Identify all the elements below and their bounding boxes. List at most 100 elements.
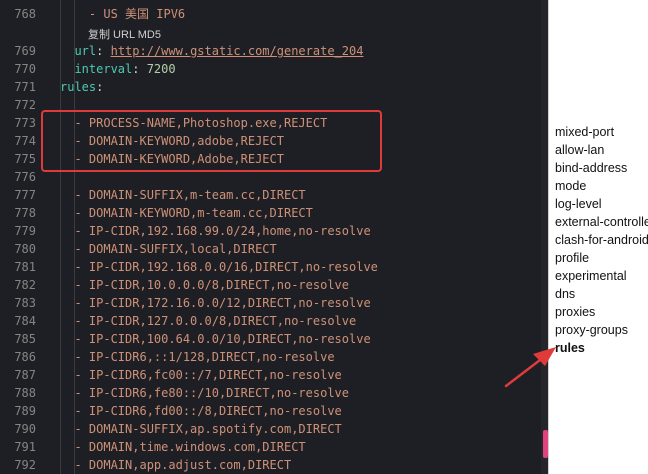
line-number: 776	[14, 170, 36, 184]
line-code[interactable]: - IP-CIDR,172.16.0.0/12,DIRECT,no-resolv…	[60, 294, 371, 312]
line-number: 790	[14, 422, 36, 436]
line-number: 782	[14, 278, 36, 292]
code-line: 778 - DOMAIN-KEYWORD,m-team.cc,DIRECT	[0, 204, 548, 222]
code-token: :	[96, 44, 111, 58]
line-number: 781	[14, 260, 36, 274]
line-number: 779	[14, 224, 36, 238]
code-token: - IP-CIDR6,fc00::/7,DIRECT,no-resolve	[74, 368, 342, 382]
outline-item-dns[interactable]: dns	[555, 285, 575, 303]
code-token: - DOMAIN-KEYWORD,m-team.cc,DIRECT	[74, 206, 313, 220]
line-number: 771	[14, 80, 36, 94]
line-code[interactable]: - IP-CIDR,10.0.0.0/8,DIRECT,no-resolve	[60, 276, 349, 294]
outline-item-external-controller[interactable]: external-controller	[555, 213, 648, 231]
line-number: 778	[14, 206, 36, 220]
code-line: 787 - IP-CIDR6,fc00::/7,DIRECT,no-resolv…	[0, 366, 548, 384]
code-token: :	[132, 62, 147, 76]
line-code[interactable]: - DOMAIN,app.adjust.com,DIRECT	[60, 456, 291, 474]
vertical-scrollbar[interactable]	[541, 0, 548, 474]
code-line: 771 rules:	[0, 78, 548, 96]
line-code[interactable]: - IP-CIDR6,fe80::/10,DIRECT,no-resolve	[60, 384, 349, 402]
outline-item-clash-for-android[interactable]: clash-for-android	[555, 231, 648, 249]
code-token: interval	[74, 62, 133, 76]
line-number: 769	[14, 44, 36, 58]
code-line: 777 - DOMAIN-SUFFIX,m-team.cc,DIRECT	[0, 186, 548, 204]
code-line: 792 - DOMAIN,app.adjust.com,DIRECT	[0, 456, 548, 474]
line-number: 773	[14, 116, 36, 130]
code-editor[interactable]: 768 - US 美国 IPV6 复制 URL MD5 769 url: http:…	[0, 0, 548, 474]
code-token[interactable]: http://www.gstatic.com/generate_204	[111, 44, 364, 58]
outline-item-experimental[interactable]: experimental	[555, 267, 627, 285]
line-code[interactable]: - DOMAIN-SUFFIX,local,DIRECT	[60, 240, 276, 258]
code-line: 768 - US 美国 IPV6	[0, 5, 548, 23]
line-code[interactable]: interval: 7200	[60, 60, 176, 78]
outline-item-bind-address[interactable]: bind-address	[555, 159, 627, 177]
line-code[interactable]: - IP-CIDR6,::1/128,DIRECT,no-resolve	[60, 348, 334, 366]
line-number: 784	[14, 314, 36, 328]
code-token: - DOMAIN-SUFFIX,ap.spotify.com,DIRECT	[74, 422, 342, 436]
code-line: 783 - IP-CIDR,172.16.0.0/12,DIRECT,no-re…	[0, 294, 548, 312]
line-number: 780	[14, 242, 36, 256]
line-code[interactable]: - IP-CIDR,192.168.99.0/24,home,no-resolv…	[60, 222, 371, 240]
code-token: 7200	[146, 62, 176, 76]
outline-item-allow-lan[interactable]: allow-lan	[555, 141, 604, 159]
line-code[interactable]: - IP-CIDR6,fd00::/8,DIRECT,no-resolve	[60, 402, 341, 420]
outline-item-log-level[interactable]: log-level	[555, 195, 602, 213]
line-code[interactable]: - IP-CIDR,192.168.0.0/16,DIRECT,no-resol…	[60, 258, 378, 276]
codelens-tooltip: 复制 URL MD5	[0, 24, 548, 42]
code-token: - IP-CIDR6,fe80::/10,DIRECT,no-resolve	[74, 386, 349, 400]
line-code[interactable]: - DOMAIN,time.windows.com,DIRECT	[60, 438, 306, 456]
line-code[interactable]: - DOMAIN-SUFFIX,m-team.cc,DIRECT	[60, 186, 305, 204]
code-token: - IP-CIDR,10.0.0.0/8,DIRECT,no-resolve	[74, 278, 349, 292]
line-number: 788	[14, 386, 36, 400]
outline-item-mixed-port[interactable]: mixed-port	[555, 123, 614, 141]
line-code[interactable]: - US 美国 IPV6	[60, 5, 185, 23]
code-line: 780 - DOMAIN-SUFFIX,local,DIRECT	[0, 240, 548, 258]
outline-item-mode[interactable]: mode	[555, 177, 586, 195]
line-number: 774	[14, 134, 36, 148]
code-token: - IP-CIDR,192.168.0.0/16,DIRECT,no-resol…	[74, 260, 378, 274]
code-line: 779 - IP-CIDR,192.168.99.0/24,home,no-re…	[0, 222, 548, 240]
line-number: 786	[14, 350, 36, 364]
code-token: rules	[60, 80, 97, 94]
code-token: :	[96, 80, 104, 94]
code-token: - IP-CIDR,192.168.99.0/24,home,no-resolv…	[74, 224, 371, 238]
outline-item-proxies[interactable]: proxies	[555, 303, 595, 321]
code-token: - IP-CIDR,127.0.0.0/8,DIRECT,no-resolve	[74, 314, 357, 328]
outline-item-proxy-groups[interactable]: proxy-groups	[555, 321, 628, 339]
line-number: 787	[14, 368, 36, 382]
line-number: 783	[14, 296, 36, 310]
line-code[interactable]: - IP-CIDR,100.64.0.0/10,DIRECT,no-resolv…	[60, 330, 371, 348]
code-line: 782 - IP-CIDR,10.0.0.0/8,DIRECT,no-resol…	[0, 276, 548, 294]
code-line: 791 - DOMAIN,time.windows.com,DIRECT	[0, 438, 548, 456]
line-code[interactable]: - IP-CIDR,127.0.0.0/8,DIRECT,no-resolve	[60, 312, 356, 330]
line-code[interactable]: - DOMAIN-SUFFIX,ap.spotify.com,DIRECT	[60, 420, 342, 438]
code-line: 784 - IP-CIDR,127.0.0.0/8,DIRECT,no-reso…	[0, 312, 548, 330]
code-token: - IP-CIDR,172.16.0.0/12,DIRECT,no-resolv…	[74, 296, 371, 310]
code-line: 781 - IP-CIDR,192.168.0.0/16,DIRECT,no-r…	[0, 258, 548, 276]
code-line: 789 - IP-CIDR6,fd00::/8,DIRECT,no-resolv…	[0, 402, 548, 420]
code-token: - IP-CIDR,100.64.0.0/10,DIRECT,no-resolv…	[74, 332, 371, 346]
line-number: 775	[14, 152, 36, 166]
line-code[interactable]: url: http://www.gstatic.com/generate_204	[60, 42, 363, 60]
line-number: 777	[14, 188, 36, 202]
code-token: -	[88, 7, 104, 21]
line-code[interactable]: - DOMAIN-KEYWORD,m-team.cc,DIRECT	[60, 204, 313, 222]
code-token: - DOMAIN,time.windows.com,DIRECT	[74, 440, 306, 454]
line-code[interactable]: rules:	[60, 78, 103, 96]
outline-item-rules[interactable]: rules	[555, 339, 585, 357]
line-code[interactable]: - IP-CIDR6,fc00::/7,DIRECT,no-resolve	[60, 366, 342, 384]
code-token: US 美国 IPV6	[103, 7, 186, 21]
outline-item-profile[interactable]: profile	[555, 249, 589, 267]
line-number: 785	[14, 332, 36, 346]
